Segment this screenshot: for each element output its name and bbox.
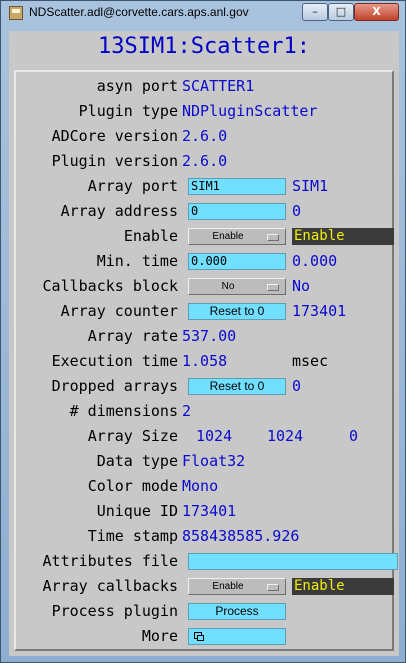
enable-menu[interactable]: Enable (188, 228, 286, 245)
unique-id-value: 173401 (182, 502, 237, 520)
maximize-button[interactable]: □ (328, 3, 354, 21)
enable-status: Enable (292, 228, 394, 245)
window: NDScatter.adl@corvette.cars.aps.anl.gov … (0, 0, 406, 663)
array-address-label: Array address (60, 202, 178, 220)
screen-header: 13SIM1:Scatter1: (9, 31, 399, 68)
array-callbacks-label: Array callbacks (42, 577, 178, 595)
array-counter-reset-button[interactable]: Reset to 0 (188, 303, 286, 320)
process-plugin-label: Process plugin (51, 602, 178, 620)
dimensions-value: 2 (182, 402, 192, 420)
row-dimensions: # dimensions 2 (16, 400, 400, 425)
title-bar[interactable]: NDScatter.adl@corvette.cars.aps.anl.gov … (1, 1, 405, 25)
array-callbacks-status: Enable (292, 578, 394, 595)
adcore-version-label: ADCore version (51, 127, 178, 145)
callbacks-block-label: Callbacks block (42, 277, 178, 295)
row-adcore-version: ADCore version 2.6.0 (16, 125, 400, 150)
row-array-port: Array port SIM1 SIM1 (16, 175, 400, 200)
callbacks-block-readback: No (292, 277, 311, 295)
row-dropped-arrays: Dropped arrays Reset to 0 0 (16, 375, 400, 400)
plugin-version-label: Plugin version (51, 152, 178, 170)
row-plugin-type: Plugin type NDPluginScatter (16, 100, 400, 125)
row-more: More (16, 625, 400, 650)
plugin-version-value: 2.6.0 (182, 152, 228, 170)
row-process-plugin: Process plugin Process (16, 600, 400, 625)
row-data-type: Data type Float32 (16, 450, 400, 475)
row-array-address: Array address 0 0 (16, 200, 400, 225)
callbacks-block-menu[interactable]: No (188, 278, 286, 295)
unique-id-label: Unique ID (96, 502, 178, 520)
min-time-label: Min. time (96, 252, 178, 270)
array-port-input[interactable]: SIM1 (188, 178, 286, 195)
array-port-label: Array port (87, 177, 178, 195)
screen-title: 13SIM1:Scatter1: (98, 34, 310, 59)
array-counter-readback: 173401 (292, 302, 347, 320)
asyn-port-value: SCATTER1 (182, 77, 255, 95)
menu-indicator-icon (267, 234, 279, 241)
dropped-arrays-label: Dropped arrays (51, 377, 178, 395)
array-rate-label: Array rate (87, 327, 178, 345)
time-stamp-value: 858438585.926 (182, 527, 300, 545)
color-mode-value: Mono (182, 477, 219, 495)
enable-menu-text: Enable (212, 231, 244, 242)
menu-indicator-icon (267, 284, 279, 291)
row-plugin-version: Plugin version 2.6.0 (16, 150, 400, 175)
attributes-file-label: Attributes file (42, 552, 178, 570)
array-size-z: 0 (349, 427, 359, 445)
data-type-label: Data type (96, 452, 178, 470)
row-execution-time: Execution time 1.058 msec (16, 350, 400, 375)
row-attributes-file: Attributes file (16, 550, 400, 575)
adcore-version-value: 2.6.0 (182, 127, 228, 145)
minimize-button[interactable]: – (302, 3, 328, 21)
attributes-file-input[interactable] (188, 553, 398, 570)
dropped-arrays-reset-button[interactable]: Reset to 0 (188, 378, 286, 395)
array-counter-label: Array counter (60, 302, 178, 320)
array-rate-value: 537.00 (182, 327, 237, 345)
row-array-callbacks: Array callbacks Enable Enable (16, 575, 400, 600)
row-array-counter: Array counter Reset to 0 173401 (16, 300, 400, 325)
row-enable: Enable Enable Enable (16, 225, 400, 250)
more-related-display-button[interactable] (188, 628, 286, 645)
row-asyn-port: asyn port SCATTER1 (16, 75, 400, 100)
app-icon (9, 6, 23, 20)
execution-time-unit: msec (292, 352, 329, 370)
enable-label: Enable (123, 227, 178, 245)
array-callbacks-menu-text: Enable (212, 581, 244, 592)
plugin-type-value: NDPluginScatter (182, 102, 318, 120)
plugin-type-label: Plugin type (78, 102, 178, 120)
array-port-readback: SIM1 (292, 177, 329, 195)
min-time-input[interactable]: 0.000 (188, 253, 286, 270)
dropped-arrays-readback: 0 (292, 377, 302, 395)
execution-time-value: 1.058 (182, 352, 228, 370)
screen-body: 13SIM1:Scatter1: asyn port SCATTER1 Plug… (9, 31, 399, 656)
asyn-port-label: asyn port (96, 77, 178, 95)
row-min-time: Min. time 0.000 0.000 (16, 250, 400, 275)
menu-indicator-icon (267, 584, 279, 591)
row-unique-id: Unique ID 173401 (16, 500, 400, 525)
more-label: More (141, 627, 178, 645)
array-size-x: 1024 (196, 427, 233, 445)
array-size-y: 1024 (267, 427, 304, 445)
time-stamp-label: Time stamp (87, 527, 178, 545)
array-address-input[interactable]: 0 (188, 203, 286, 220)
window-title: NDScatter.adl@corvette.cars.aps.anl.gov (29, 5, 249, 19)
array-size-label: Array Size (87, 427, 178, 445)
row-color-mode: Color mode Mono (16, 475, 400, 500)
callbacks-block-menu-text: No (221, 281, 235, 292)
plugin-panel: asyn port SCATTER1 Plugin type NDPluginS… (14, 70, 398, 651)
row-time-stamp: Time stamp 858438585.926 (16, 525, 400, 550)
dimensions-label: # dimensions (69, 402, 178, 420)
min-time-readback: 0.000 (292, 252, 338, 270)
color-mode-label: Color mode (87, 477, 178, 495)
row-array-size: Array Size 1024 1024 0 (16, 425, 400, 450)
process-button[interactable]: Process (188, 603, 286, 620)
row-callbacks-block: Callbacks block No No (16, 275, 400, 300)
array-address-readback: 0 (292, 202, 302, 220)
row-array-rate: Array rate 537.00 (16, 325, 400, 350)
array-callbacks-menu[interactable]: Enable (188, 578, 286, 595)
close-button[interactable]: X (354, 3, 399, 21)
execution-time-label: Execution time (51, 352, 178, 370)
data-type-value: Float32 (182, 452, 246, 470)
related-display-icon (194, 632, 204, 641)
